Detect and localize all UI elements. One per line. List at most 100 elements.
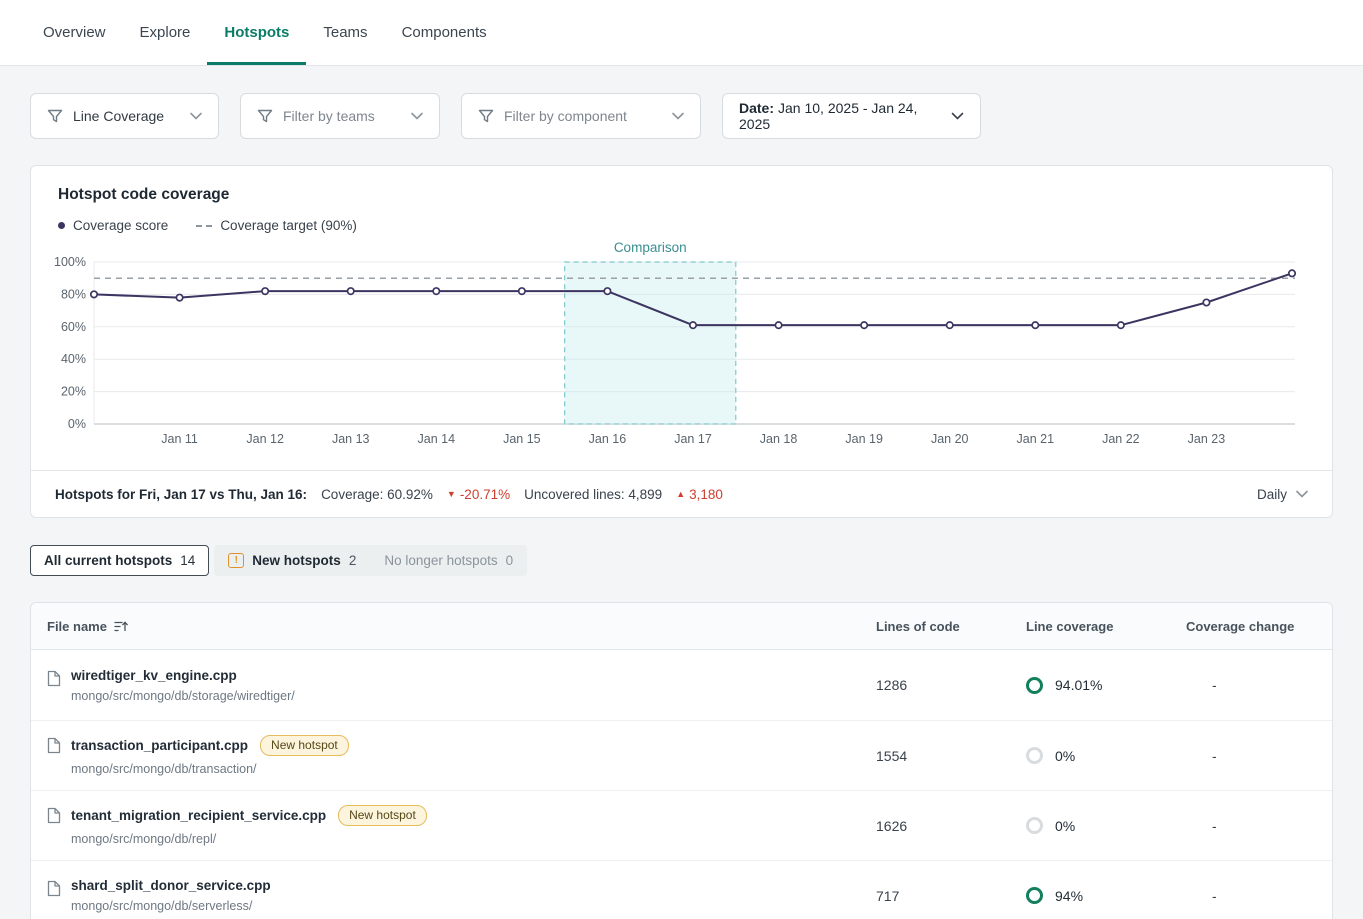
table-row[interactable]: shard_split_donor_service.cpp mongo/src/… <box>31 860 1332 919</box>
file-cell: shard_split_donor_service.cpp mongo/src/… <box>31 878 876 913</box>
dashed-line-icon <box>196 225 212 227</box>
table-row[interactable]: wiredtiger_kv_engine.cpp mongo/src/mongo… <box>31 650 1332 720</box>
date-range-dropdown[interactable]: Date:Jan 10, 2025 - Jan 24, 2025 <box>722 93 981 139</box>
filter-bar: Line Coverage Filter by teams Filter by … <box>30 93 1333 139</box>
svg-text:100%: 100% <box>54 255 86 269</box>
file-name[interactable]: shard_split_donor_service.cpp <box>71 878 271 893</box>
component-filter-label: Filter by component <box>504 108 662 124</box>
coverage-change: - <box>1186 677 1332 693</box>
coverage-ring-icon <box>1026 817 1043 834</box>
chip-gone-count: 0 <box>506 553 514 568</box>
summary-coverage: Coverage: 60.92% <box>321 487 433 502</box>
legend-coverage-target-label: Coverage target (90%) <box>220 218 357 233</box>
chip-new-hotspots[interactable]: ! New hotspots 2 <box>214 545 370 576</box>
lines-of-code: 1286 <box>876 677 1026 693</box>
metric-filter-label: Line Coverage <box>73 108 180 124</box>
new-hotspot-alert-icon: ! <box>228 553 244 568</box>
coverage-ring-icon <box>1026 677 1043 694</box>
file-icon <box>47 737 61 754</box>
chevron-down-icon <box>190 112 202 120</box>
metric-filter-dropdown[interactable]: Line Coverage <box>30 93 219 139</box>
chip-all-current-hotspots[interactable]: All current hotspots 14 <box>30 545 209 576</box>
chip-no-longer-hotspots[interactable]: No longer hotspots 0 <box>370 545 527 576</box>
file-icon <box>47 880 61 897</box>
table-row[interactable]: tenant_migration_recipient_service.cpp N… <box>31 790 1332 860</box>
component-filter-dropdown[interactable]: Filter by component <box>461 93 701 139</box>
new-hotspot-badge: New hotspot <box>338 805 427 827</box>
file-name[interactable]: tenant_migration_recipient_service.cpp <box>71 808 326 823</box>
chart-title: Hotspot code coverage <box>31 186 1332 204</box>
coverage-ring-icon <box>1026 747 1043 764</box>
svg-text:Jan 18: Jan 18 <box>760 432 798 446</box>
coverage-value: 94.01% <box>1055 677 1102 693</box>
line-coverage-cell: 94% <box>1026 887 1186 904</box>
file-path: mongo/src/mongo/db/transaction/ <box>71 762 349 776</box>
line-coverage-cell: 0% <box>1026 817 1186 834</box>
tab-hotspots[interactable]: Hotspots <box>207 0 306 65</box>
series-dot-icon <box>58 222 65 229</box>
chart-legend: Coverage score Coverage target (90%) <box>58 218 1332 233</box>
column-file-name[interactable]: File name <box>31 619 876 634</box>
chevron-down-icon <box>672 112 684 120</box>
hotspots-table: File name Lines of code Line coverage Co… <box>30 602 1333 919</box>
tab-explore[interactable]: Explore <box>123 0 208 65</box>
coverage-value: 0% <box>1055 818 1075 834</box>
chip-group: ! New hotspots 2 No longer hotspots 0 <box>214 545 527 576</box>
chevron-down-icon <box>1296 490 1308 498</box>
file-icon <box>47 670 61 687</box>
sort-ascending-icon <box>114 620 128 633</box>
funnel-icon <box>257 108 273 124</box>
summary-coverage-delta: ▼-20.71% <box>447 487 510 502</box>
granularity-dropdown[interactable]: Daily <box>1257 487 1308 502</box>
chip-new-label: New hotspots <box>252 553 341 568</box>
svg-text:Jan 14: Jan 14 <box>418 432 456 446</box>
lines-of-code: 1554 <box>876 748 1026 764</box>
teams-filter-dropdown[interactable]: Filter by teams <box>240 93 440 139</box>
coverage-change: - <box>1186 818 1332 834</box>
coverage-change: - <box>1186 748 1332 764</box>
hotspot-filter-tabs: All current hotspots 14 ! New hotspots 2… <box>30 545 1333 576</box>
coverage-change: - <box>1186 888 1332 904</box>
granularity-label: Daily <box>1257 487 1287 502</box>
triangle-up-icon: ▲ <box>676 489 685 499</box>
svg-text:20%: 20% <box>61 385 86 399</box>
legend-coverage-score: Coverage score <box>58 218 168 233</box>
column-lines-of-code: Lines of code <box>876 619 1026 634</box>
column-line-coverage: Line coverage <box>1026 619 1186 634</box>
svg-text:Jan 23: Jan 23 <box>1188 432 1226 446</box>
svg-text:Jan 12: Jan 12 <box>246 432 284 446</box>
svg-text:0%: 0% <box>68 417 86 431</box>
chip-new-count: 2 <box>349 553 357 568</box>
table-row[interactable]: transaction_participant.cpp New hotspot … <box>31 720 1332 790</box>
svg-text:Jan 17: Jan 17 <box>674 432 712 446</box>
file-name[interactable]: transaction_participant.cpp <box>71 738 248 753</box>
lines-of-code: 717 <box>876 888 1026 904</box>
top-nav: Overview Explore Hotspots Teams Componen… <box>0 0 1363 66</box>
chip-all-count: 14 <box>180 553 195 568</box>
file-cell: tenant_migration_recipient_service.cpp N… <box>31 805 876 847</box>
table-header: File name Lines of code Line coverage Co… <box>31 603 1332 650</box>
tab-teams[interactable]: Teams <box>306 0 384 65</box>
coverage-value: 0% <box>1055 748 1075 764</box>
new-hotspot-badge: New hotspot <box>260 735 349 757</box>
file-path: mongo/src/mongo/db/serverless/ <box>71 899 271 913</box>
svg-text:Jan 20: Jan 20 <box>931 432 969 446</box>
tab-overview[interactable]: Overview <box>26 0 123 65</box>
chip-all-label: All current hotspots <box>44 553 172 568</box>
file-path: mongo/src/mongo/db/repl/ <box>71 832 427 846</box>
file-name[interactable]: wiredtiger_kv_engine.cpp <box>71 668 237 683</box>
chart-summary-bar: Hotspots for Fri, Jan 17 vs Thu, Jan 16:… <box>31 470 1332 517</box>
line-coverage-cell: 94.01% <box>1026 677 1186 694</box>
svg-text:80%: 80% <box>61 287 86 301</box>
funnel-icon <box>47 108 63 124</box>
line-coverage-cell: 0% <box>1026 747 1186 764</box>
svg-text:60%: 60% <box>61 320 86 334</box>
svg-text:Jan 13: Jan 13 <box>332 432 370 446</box>
svg-text:Jan 21: Jan 21 <box>1017 432 1055 446</box>
tab-components[interactable]: Components <box>385 0 504 65</box>
triangle-down-icon: ▼ <box>447 489 456 499</box>
svg-text:Jan 15: Jan 15 <box>503 432 541 446</box>
svg-text:Jan 19: Jan 19 <box>845 432 883 446</box>
coverage-chart-card: Hotspot code coverage Coverage score Cov… <box>30 165 1333 518</box>
svg-text:Jan 11: Jan 11 <box>161 432 198 446</box>
